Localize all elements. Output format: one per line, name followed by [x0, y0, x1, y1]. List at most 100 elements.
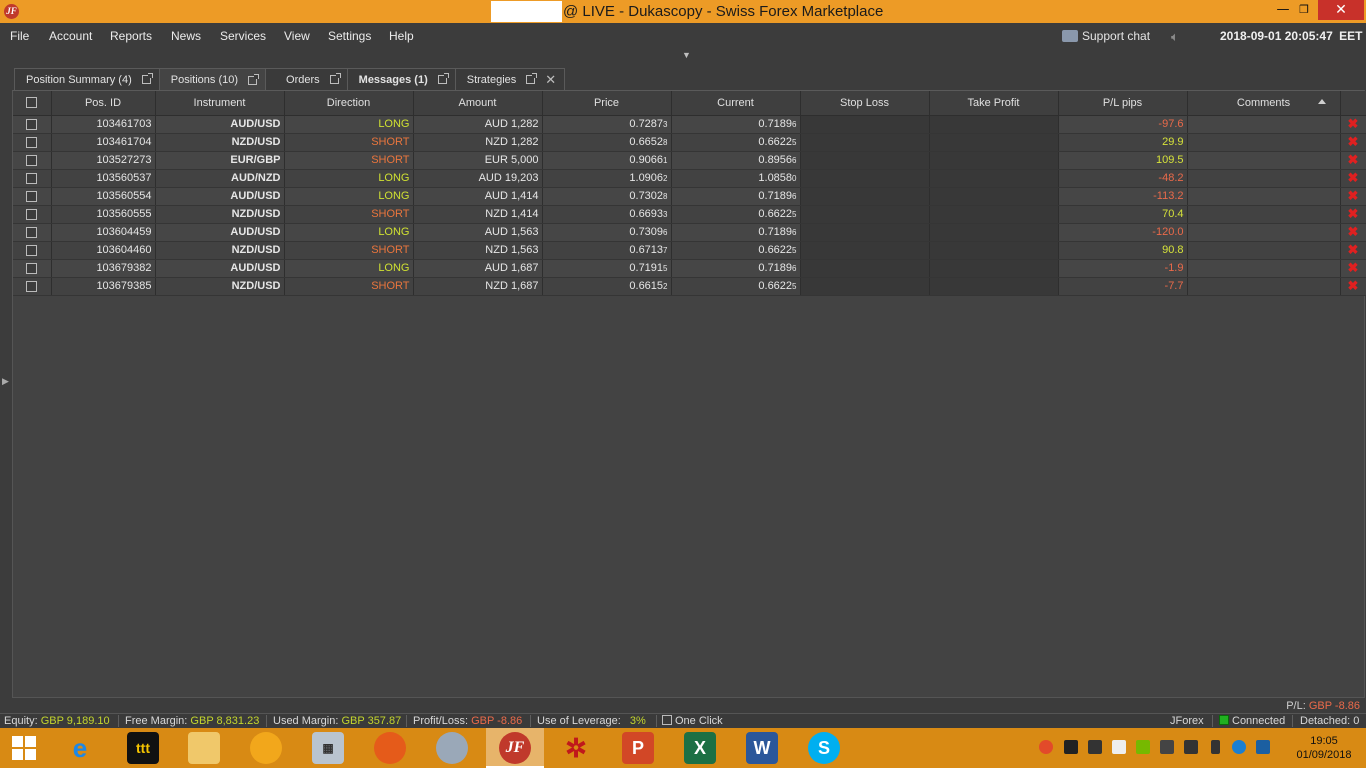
network-icon[interactable] [1184, 740, 1198, 754]
tray-blue-icon[interactable] [1232, 740, 1246, 754]
gear-app-icon[interactable]: ✲ [560, 732, 592, 764]
table-row[interactable]: 103560537 AUD/NZD LONG AUD 19,203 1.09062 1.0… [13, 169, 1366, 188]
take-profit-cell[interactable] [929, 151, 1059, 170]
menu-services[interactable]: Services [220, 29, 266, 43]
tray-monitor-icon[interactable] [1256, 740, 1270, 754]
skype-icon[interactable]: S [808, 732, 840, 764]
take-profit-cell[interactable] [929, 277, 1059, 296]
tab-orders[interactable]: Orders [265, 68, 348, 90]
tray-keyboard-icon[interactable] [1088, 740, 1102, 754]
battery-icon[interactable] [1211, 740, 1220, 754]
col-amount[interactable]: Amount [413, 91, 543, 116]
row-checkbox[interactable] [26, 172, 38, 184]
hard-hat-app-icon[interactable] [250, 732, 282, 764]
word-icon[interactable]: W [746, 732, 778, 764]
row-select[interactable] [13, 133, 52, 152]
take-profit-cell[interactable] [929, 133, 1059, 152]
row-checkbox[interactable] [26, 118, 38, 130]
row-select[interactable] [13, 241, 52, 260]
menu-help[interactable]: Help [389, 29, 414, 43]
row-checkbox[interactable] [26, 244, 38, 256]
close-position-icon[interactable]: ✖ [1348, 152, 1359, 167]
expand-left-icon[interactable]: ▶ [2, 376, 9, 387]
close-position-cell[interactable]: ✖ [1340, 187, 1366, 206]
comments-cell[interactable] [1187, 223, 1341, 242]
row-select[interactable] [13, 169, 52, 188]
row-checkbox[interactable] [26, 208, 38, 220]
tab-positions[interactable]: Positions (10) [158, 68, 267, 91]
undock-icon[interactable] [248, 73, 260, 85]
support-chat-button[interactable]: Support chat [1062, 29, 1150, 43]
one-click-toggle[interactable]: One Click [662, 715, 723, 727]
stop-loss-cell[interactable] [800, 169, 930, 188]
col-current[interactable]: Current [671, 91, 801, 116]
close-position-cell[interactable]: ✖ [1340, 241, 1366, 260]
close-position-cell[interactable]: ✖ [1340, 151, 1366, 170]
stop-loss-cell[interactable] [800, 205, 930, 224]
comments-cell[interactable] [1187, 259, 1341, 278]
maximize-button[interactable]: ❐ [1290, 0, 1318, 20]
tab-messages[interactable]: Messages (1) [346, 68, 456, 90]
comments-cell[interactable] [1187, 241, 1341, 260]
jforex-taskbar-icon[interactable]: JF [499, 732, 531, 764]
row-select[interactable] [13, 259, 52, 278]
comments-cell[interactable] [1187, 133, 1341, 152]
menu-account[interactable]: Account [49, 29, 92, 43]
close-position-cell[interactable]: ✖ [1340, 223, 1366, 242]
row-checkbox[interactable] [26, 136, 38, 148]
table-row[interactable]: 103461703 AUD/USD LONG AUD 1,282 0.72873 0.71… [13, 115, 1366, 134]
comments-cell[interactable] [1187, 187, 1341, 206]
col-instrument[interactable]: Instrument [155, 91, 285, 116]
row-checkbox[interactable] [26, 154, 38, 166]
take-profit-cell[interactable] [929, 187, 1059, 206]
stop-loss-cell[interactable] [800, 223, 930, 242]
comments-cell[interactable] [1187, 169, 1341, 188]
col-price[interactable]: Price [542, 91, 672, 116]
row-select[interactable] [13, 115, 52, 134]
one-click-checkbox[interactable] [662, 715, 672, 725]
table-row[interactable]: 103527273 EUR/GBP SHORT EUR 5,000 0.90661 0.8… [13, 151, 1366, 170]
table-row[interactable]: 103679385 NZD/USD SHORT NZD 1,687 0.66152 0.6… [13, 277, 1366, 296]
speaker-icon[interactable]: 🔈︎ [1171, 29, 1187, 44]
stop-loss-cell[interactable] [800, 187, 930, 206]
col-comments[interactable]: Comments [1187, 91, 1341, 116]
volume-muted-icon[interactable] [1160, 740, 1174, 754]
nvidia-icon[interactable] [1136, 740, 1150, 754]
close-position-icon[interactable]: ✖ [1348, 188, 1359, 203]
stop-loss-cell[interactable] [800, 277, 930, 296]
stop-loss-cell[interactable] [800, 115, 930, 134]
tray-app-icon[interactable] [1039, 740, 1053, 754]
row-checkbox[interactable] [26, 280, 38, 292]
table-row[interactable]: 103604460 NZD/USD SHORT NZD 1,563 0.67137 0.6… [13, 241, 1366, 260]
close-position-icon[interactable]: ✖ [1348, 116, 1359, 131]
stop-loss-cell[interactable] [800, 151, 930, 170]
tab-strategies[interactable]: Strategies ✕ [454, 68, 566, 90]
comments-cell[interactable] [1187, 277, 1341, 296]
menu-settings[interactable]: Settings [328, 29, 371, 43]
comments-cell[interactable] [1187, 115, 1341, 134]
close-position-icon[interactable]: ✖ [1348, 278, 1359, 293]
take-profit-cell[interactable] [929, 241, 1059, 260]
select-all-header[interactable] [13, 91, 52, 116]
col-take-profit[interactable]: Take Profit [929, 91, 1059, 116]
col-pos-id[interactable]: Pos. ID [51, 91, 156, 116]
paint-icon[interactable] [436, 732, 468, 764]
trading-app-icon[interactable]: ttt [127, 732, 159, 764]
stop-loss-cell[interactable] [800, 241, 930, 260]
take-profit-cell[interactable] [929, 115, 1059, 134]
table-row[interactable]: 103560555 NZD/USD SHORT NZD 1,414 0.66933 0.6… [13, 205, 1366, 224]
comments-cell[interactable] [1187, 151, 1341, 170]
comments-cell[interactable] [1187, 205, 1341, 224]
table-row[interactable]: 103461704 NZD/USD SHORT NZD 1,282 0.66528 0.6… [13, 133, 1366, 152]
row-select[interactable] [13, 277, 52, 296]
calculator-icon[interactable]: ▦ [312, 732, 344, 764]
undock-icon[interactable] [141, 73, 153, 84]
table-row[interactable]: 103679382 AUD/USD LONG AUD 1,687 0.71915 0.71… [13, 259, 1366, 278]
close-position-icon[interactable]: ✖ [1348, 134, 1359, 149]
close-position-icon[interactable]: ✖ [1348, 224, 1359, 239]
stop-loss-cell[interactable] [800, 133, 930, 152]
firefox-icon[interactable] [374, 732, 406, 764]
row-checkbox[interactable] [26, 262, 38, 274]
close-position-icon[interactable]: ✖ [1348, 206, 1359, 221]
stop-loss-cell[interactable] [800, 259, 930, 278]
